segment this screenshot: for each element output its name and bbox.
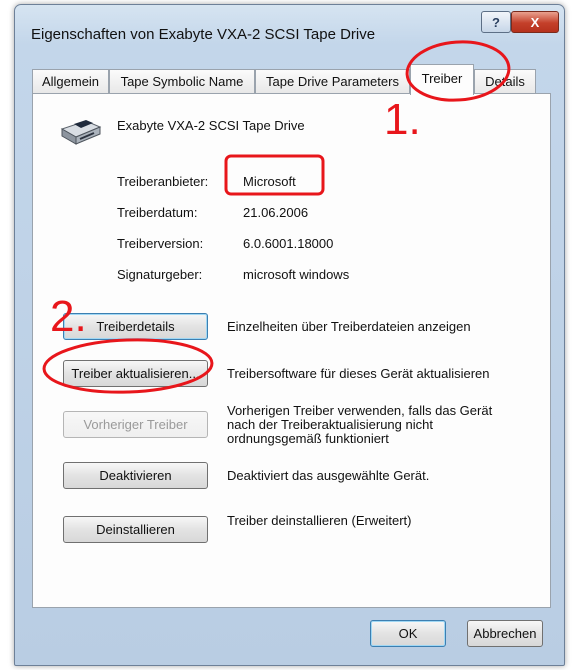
properties-dialog: Eigenschaften von Exabyte VXA-2 SCSI Tap… (14, 4, 565, 666)
uninstall-driver-description: Treiber deinstallieren (Erweitert) (227, 514, 527, 528)
signer-value: microsoft windows (243, 267, 350, 282)
tape-drive-icon (60, 115, 102, 152)
signer-label: Signaturgeber: (117, 267, 203, 282)
close-button[interactable]: X (511, 11, 559, 33)
close-icon: X (530, 14, 540, 30)
description-line: Vorherigen Treiber verwenden, falls das … (227, 403, 493, 418)
ok-button[interactable]: OK (370, 620, 446, 647)
version-value: 6.0.6001.18000 (243, 236, 334, 251)
date-label: Treiberdatum: (117, 205, 198, 220)
description-line: nach der Treiberaktualisierung nicht (227, 417, 433, 432)
tab-details[interactable]: Details (474, 69, 536, 93)
tab-allgemein[interactable]: Allgemein (32, 69, 109, 93)
date-value: 21.06.2006 (243, 205, 309, 220)
rollback-driver-button: Vorheriger Treiber (63, 411, 208, 438)
provider-value: Microsoft (243, 174, 296, 189)
description-line: Treibersoftware für dieses Gerät aktuali… (227, 366, 490, 381)
description-line: Deaktiviert das ausgewählte Gerät. (227, 468, 430, 483)
help-icon: ? (492, 14, 500, 30)
description-line: ordnungsgemäß funktioniert (227, 431, 389, 446)
device-name: Exabyte VXA-2 SCSI Tape Drive (117, 118, 305, 133)
update-driver-button[interactable]: Treiber aktualisieren... (63, 360, 208, 387)
help-button[interactable]: ? (481, 11, 511, 33)
window-title: Eigenschaften von Exabyte VXA-2 SCSI Tap… (31, 26, 376, 43)
tab-treiber[interactable]: Treiber (410, 64, 474, 95)
driver-details-description: Einzelheiten über Treiberdateien anzeige… (227, 320, 527, 334)
tab-tape-drive-parameters[interactable]: Tape Drive Parameters (255, 69, 410, 93)
step-2-annotation: 2. (50, 292, 87, 341)
version-label: Treiberversion: (117, 236, 204, 251)
treiber-tab-panel: Exabyte VXA-2 SCSI Tape Drive Treiberanb… (32, 93, 551, 608)
tab-tape-symbolic-name[interactable]: Tape Symbolic Name (109, 69, 255, 93)
step-1-annotation: 1. (384, 95, 421, 144)
rollback-driver-description: Vorherigen Treiber verwenden, falls das … (227, 404, 527, 446)
title-bar[interactable]: Eigenschaften von Exabyte VXA-2 SCSI Tap… (15, 5, 564, 57)
uninstall-driver-button[interactable]: Deinstallieren (63, 516, 208, 543)
description-line: Treiber deinstallieren (Erweitert) (227, 513, 412, 528)
update-driver-description: Treibersoftware für dieses Gerät aktuali… (227, 367, 527, 381)
cancel-button[interactable]: Abbrechen (467, 620, 543, 647)
disable-device-button[interactable]: Deaktivieren (63, 462, 208, 489)
description-line: Einzelheiten über Treiberdateien anzeige… (227, 319, 471, 334)
provider-label: Treiberanbieter: (117, 174, 209, 189)
disable-device-description: Deaktiviert das ausgewählte Gerät. (227, 469, 527, 483)
